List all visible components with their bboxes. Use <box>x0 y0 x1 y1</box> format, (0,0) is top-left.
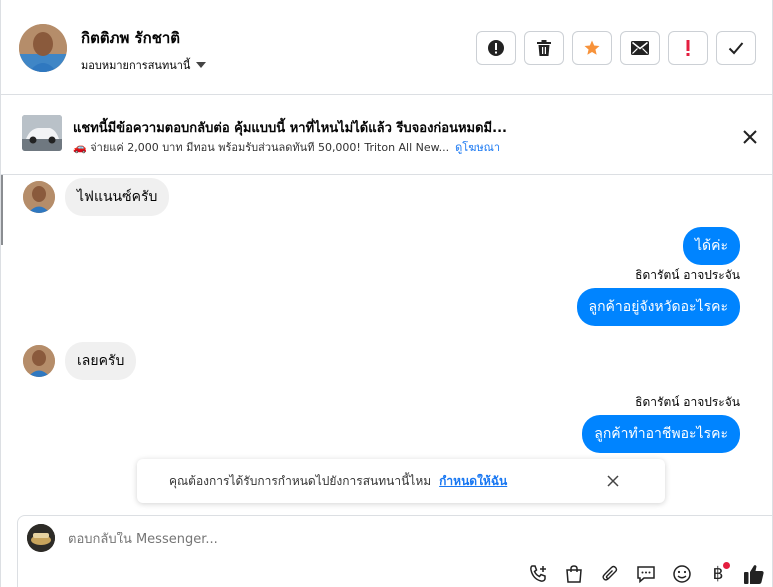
report-button[interactable] <box>476 31 516 65</box>
baht-icon: ฿ <box>712 564 724 584</box>
sender-avatar[interactable] <box>23 181 55 213</box>
chat-bubble-icon <box>637 566 655 584</box>
message-incoming: ไฟแนนซ์ครับ <box>23 178 170 216</box>
composer-toolbar: ฿ <box>526 562 766 586</box>
caret-down-icon <box>196 62 207 68</box>
assign-prompt-text: คุณต้องการได้รับการกำหนดไปยังการสนทนานี้… <box>169 473 432 488</box>
reply-input[interactable] <box>68 532 568 547</box>
ad-subtitle: 🚗 จ่ายแค่ 2,000 บาท มีทอน พร้อมรับส่วนลด… <box>73 138 500 156</box>
star-button[interactable] <box>572 31 612 65</box>
sender-avatar[interactable] <box>23 345 55 377</box>
conversation-panel: กิตติภพ รักชาติ มอบหมายการสนทนานี้ แชทนี… <box>0 0 773 587</box>
shopping-bag-icon <box>566 565 582 583</box>
like-button[interactable] <box>742 562 766 586</box>
message-incoming: เลยครับ <box>23 342 137 380</box>
check-icon <box>728 42 744 55</box>
report-icon <box>488 40 504 56</box>
assign-to-me-link[interactable]: กำหนดให้ฉัน <box>439 472 507 491</box>
conversation-header: กิตติภพ รักชาติ มอบหมายการสนทนานี้ <box>1 0 773 95</box>
phone-plus-icon <box>530 565 546 582</box>
view-ad-link[interactable]: ดูโฆษณา <box>455 141 500 154</box>
close-icon <box>607 475 619 487</box>
scroll-edge-indicator <box>1 175 3 245</box>
delete-button[interactable] <box>524 31 564 65</box>
dismiss-toast-button[interactable] <box>603 471 623 491</box>
assign-conversation-dropdown[interactable]: มอบหมายการสนทนานี้ <box>81 56 207 74</box>
shop-button[interactable] <box>562 562 586 586</box>
ad-title: แชทนี้มีข้อความตอบกลับต่อ คุ้มแบบนี้ หาท… <box>73 121 507 136</box>
trash-icon <box>537 40 551 56</box>
emoji-icon <box>673 565 691 583</box>
message-bubble[interactable]: เลยครับ <box>65 342 137 380</box>
emoji-button[interactable] <box>670 562 694 586</box>
header-actions <box>476 31 756 65</box>
message-composer: ฿ <box>17 515 773 587</box>
message-bubble-outgoing[interactable]: ลูกค้าอยู่จังหวัดอะไรคะ <box>576 288 740 326</box>
star-icon <box>584 40 600 55</box>
ad-description: 🚗 จ่ายแค่ 2,000 บาท มีทอน พร้อมรับส่วนลด… <box>73 141 450 154</box>
mail-icon <box>631 41 649 55</box>
close-ad-button[interactable] <box>739 126 761 148</box>
mark-unread-button[interactable] <box>620 31 660 65</box>
contact-name[interactable]: กิตติภพ รักชาติ <box>81 26 180 50</box>
message-bubble-outgoing[interactable]: ได้ค่ะ <box>682 227 740 265</box>
assign-prompt-toast: คุณต้องการได้รับการกำหนดไปยังการสนทนานี้… <box>137 459 665 503</box>
thumbs-up-icon <box>744 565 764 584</box>
sender-name: ธิดารัตน์ อาจประจัน <box>635 395 740 409</box>
attach-button[interactable] <box>598 562 622 586</box>
mark-done-button[interactable] <box>716 31 756 65</box>
mark-important-button[interactable] <box>668 31 708 65</box>
notification-dot <box>723 562 730 569</box>
close-icon <box>743 130 757 144</box>
ad-thumbnail[interactable] <box>22 115 62 151</box>
assign-label: มอบหมายการสนทนานี้ <box>81 59 191 72</box>
sender-name: ธิดารัตน์ อาจประจัน <box>635 268 740 282</box>
message-bubble-outgoing[interactable]: ลูกค้าทำอาชีพอะไรคะ <box>582 415 740 453</box>
page-avatar <box>27 524 55 552</box>
ad-context-banner: แชทนี้มีข้อความตอบกลับต่อ คุ้มแบบนี้ หาท… <box>1 96 773 175</box>
message-bubble[interactable]: ไฟแนนซ์ครับ <box>65 178 170 216</box>
call-button[interactable] <box>526 562 550 586</box>
exclamation-icon <box>686 40 690 56</box>
contact-avatar[interactable] <box>19 24 67 72</box>
saved-replies-button[interactable] <box>634 562 658 586</box>
payment-button[interactable]: ฿ <box>706 562 730 586</box>
paperclip-icon <box>602 565 618 581</box>
